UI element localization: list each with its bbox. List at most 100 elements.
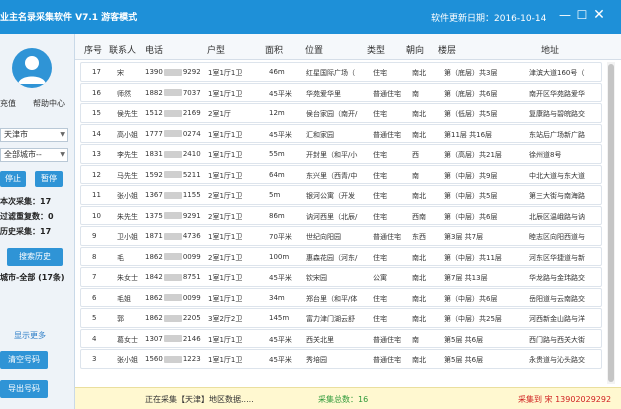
cell-location: 侯台家园（南开/ [306, 110, 358, 118]
header-col-contact[interactable]: 联系人 [109, 43, 136, 56]
city-select[interactable]: 天津市 ▼ [0, 128, 68, 142]
cell-address: 第三大街与南海路 [529, 192, 585, 200]
table-row[interactable]: 13 李先生 1831 2410 1室1厅1卫 55m 开封里（和平/小 住宅 西 第（高层）共2… [80, 144, 602, 164]
stop-button[interactable]: 停止 [0, 171, 26, 187]
cell-area: 45平米 [269, 130, 292, 139]
cell-layout: 3室2厅2卫 [208, 315, 243, 323]
table-row[interactable]: 3 张小姐 1560 1223 1室1厅1卫 45平米 秀培园 普通住宅 南北 第5层 共6层 永贵… [80, 349, 602, 369]
vertical-scrollbar[interactable] [607, 62, 615, 384]
table-row[interactable]: 16 师然 1882 7037 1室1厅1卫 45平米 华苑爱华里 普通住宅 南 第（底层）共6层… [80, 82, 602, 102]
cell-type: 普通住宅 [373, 356, 401, 364]
cell-direction: 南北 [412, 274, 426, 282]
results-table: 序号 联系人 电话 户型 面积 位置 类型 朝向 楼层 地址 17 宋 1390 9292 1室1厅1卫 4… [75, 34, 621, 387]
cell-direction: 南北 [412, 110, 426, 118]
export-numbers-button[interactable]: 导出号码 [0, 380, 48, 398]
header-col-area[interactable]: 面积 [265, 43, 283, 56]
cell-floor: 第7层 共13层 [444, 274, 488, 282]
cell-layout: 1室1厅1卫 [208, 294, 243, 303]
phone-mask [163, 109, 182, 117]
phone-prefix: 1871 [145, 232, 163, 240]
cell-floor: 第3层 共7层 [444, 233, 484, 241]
table-row[interactable]: 9 卫小姐 1871 4736 1室1厅1卫 70平米 世纪向阳园 普通住宅 东西 第3层 共7层… [80, 226, 602, 246]
header-col-layout[interactable]: 户型 [207, 43, 225, 56]
cell-no: 11 [92, 191, 101, 199]
table-row[interactable]: 6 毛姐 1862 0099 1室1厅1卫 34m 郑台里（和平/体 住宅 南北 第（中层）共6层… [80, 287, 602, 307]
cell-layout: 1室1厅1卫 [208, 335, 243, 344]
header-col-address[interactable]: 地址 [541, 43, 559, 56]
cell-address: 河西新金山路与洋 [529, 315, 585, 323]
cell-direction: 南北 [412, 315, 426, 323]
scrollbar-thumb[interactable] [608, 64, 614, 382]
header-col-direction[interactable]: 朝向 [406, 43, 424, 56]
phone-mask [163, 130, 182, 137]
phone-suffix: 0274 [182, 129, 201, 138]
table-row[interactable]: 5 郭 1862 2205 3室2厅2卫 145m 富力津门湖云舒 住宅 南北 第（中层）共25层… [80, 308, 602, 328]
search-history-button[interactable]: 搜索历史 [7, 248, 63, 266]
cell-location: 红星国际广场（ [306, 69, 355, 77]
pause-button[interactable]: 暂停 [35, 171, 63, 187]
table-row[interactable]: 14 高小姐 1777 0274 1室1厅1卫 45平米 汇和家园 普通住宅 南北 第11层 共1… [80, 123, 602, 143]
cell-phone: 1862 2205 [145, 314, 201, 322]
cell-location: 世纪向阳园 [306, 233, 341, 241]
phone-suffix: 2146 [182, 334, 201, 343]
header-col-location[interactable]: 位置 [305, 43, 323, 56]
cell-contact: 毛姐 [117, 294, 131, 303]
help-center-link[interactable]: 帮助中心 [33, 98, 65, 109]
cell-direction: 南北 [412, 69, 426, 77]
cell-location: 钦宋园 [306, 274, 327, 282]
cell-no: 13 [92, 150, 101, 158]
cell-phone: 1367 1155 [145, 191, 201, 199]
header-col-no[interactable]: 序号 [84, 43, 102, 56]
table-row[interactable]: 15 侯先生 1512 2169 2室1厅 12m 侯台家园（南开/住宅 南北 第（低层）共5层… [80, 103, 602, 123]
user-avatar-icon[interactable] [12, 48, 52, 88]
cell-phone: 1862 0099 [145, 253, 201, 261]
cell-floor: 第（中层）共9层 [444, 171, 498, 180]
phone-mask [163, 294, 182, 301]
phone-mask [163, 355, 182, 363]
table-row[interactable]: 4 葛女士 1307 2146 1室1厅1卫 45平米 西关北里 普通住宅 南 第5层 共6层 西门… [80, 328, 602, 348]
cell-floor: 第（中层）共11层 [444, 253, 502, 262]
table-row[interactable]: 11 张小姐 1367 1155 2室1厅1卫 5m 银河公寓（开发 住宅 南北 第（中层）共5层… [80, 185, 602, 205]
cell-contact: 马先生 [117, 171, 138, 180]
title-bar: 业主名录采集软件 V7.1 游客模式 软件更新日期：2016-10-14 — ☐… [0, 0, 621, 34]
show-more-link[interactable]: 显示更多 [14, 330, 46, 341]
cell-location: 讷河西里（北辰/ [306, 212, 358, 221]
app-title: 业主名录采集软件 V7.1 游客模式 [0, 13, 138, 23]
cell-contact: 高小姐 [117, 130, 138, 139]
header-col-phone[interactable]: 电话 [145, 43, 163, 56]
cell-contact: 张小姐 [117, 192, 138, 200]
district-select[interactable]: 全部城市-- ▼ [0, 148, 68, 162]
cell-direction: 南北 [412, 130, 426, 139]
table-row[interactable]: 8 毛 1862 0099 2室1厅1卫 100m 惠森花园（河东/住宅 南北 第（中层）共11… [80, 246, 602, 266]
cell-type: 住宅 [373, 212, 387, 221]
table-row[interactable]: 10 朱先生 1375 9291 2室1厅1卫 86m 讷河西里（北辰/住宅 西南 第（中层）共… [80, 205, 602, 225]
table-row[interactable]: 12 马先生 1592 5211 1室1厅1卫 64m 东兴里（西青/中 住宅 南 第（中层）共9… [80, 164, 602, 184]
cell-area: 70平米 [269, 233, 292, 241]
clear-numbers-button[interactable]: 清空号码 [0, 351, 48, 369]
header-col-type[interactable]: 类型 [367, 43, 385, 56]
total-count: 采集总数：16 [318, 395, 369, 404]
cell-phone: 1862 0099 [145, 294, 201, 302]
minimize-icon[interactable]: — [558, 8, 572, 22]
cell-contact: 宋 [117, 69, 124, 77]
cell-area: 55m [269, 150, 285, 158]
header-col-floor[interactable]: 楼层 [438, 43, 456, 56]
cell-direction: 西 [412, 151, 419, 159]
cell-address: 西门路与西关大街 [529, 335, 585, 344]
cell-floor: 第11层 共16层 [444, 130, 493, 139]
cell-area: 45平米 [269, 335, 292, 344]
cell-direction: 南 [412, 89, 419, 98]
maximize-icon[interactable]: ☐ [575, 8, 589, 22]
cell-type: 普通住宅 [373, 233, 401, 241]
cell-address: 永贵道与沁头路交 [529, 356, 585, 364]
table-row[interactable]: 17 宋 1390 9292 1室1厅1卫 46m 红星国际广场（ 住宅 南北 第（底层）共3层 津… [80, 62, 602, 82]
cell-no: 10 [92, 211, 101, 220]
table-row[interactable]: 7 朱女士 1842 8751 1室1厅1卫 45平米 钦宋园 公寓 南北 第7层 共13层 华龙路… [80, 267, 602, 287]
phone-mask [163, 253, 182, 260]
close-icon[interactable]: ✕ [592, 8, 606, 22]
cell-layout: 1室1厅1卫 [208, 130, 243, 139]
phone-mask [163, 89, 182, 96]
cell-layout: 1室1厅1卫 [208, 274, 243, 282]
cell-type: 普通住宅 [373, 130, 401, 139]
recharge-link[interactable]: 充值 [0, 98, 16, 109]
